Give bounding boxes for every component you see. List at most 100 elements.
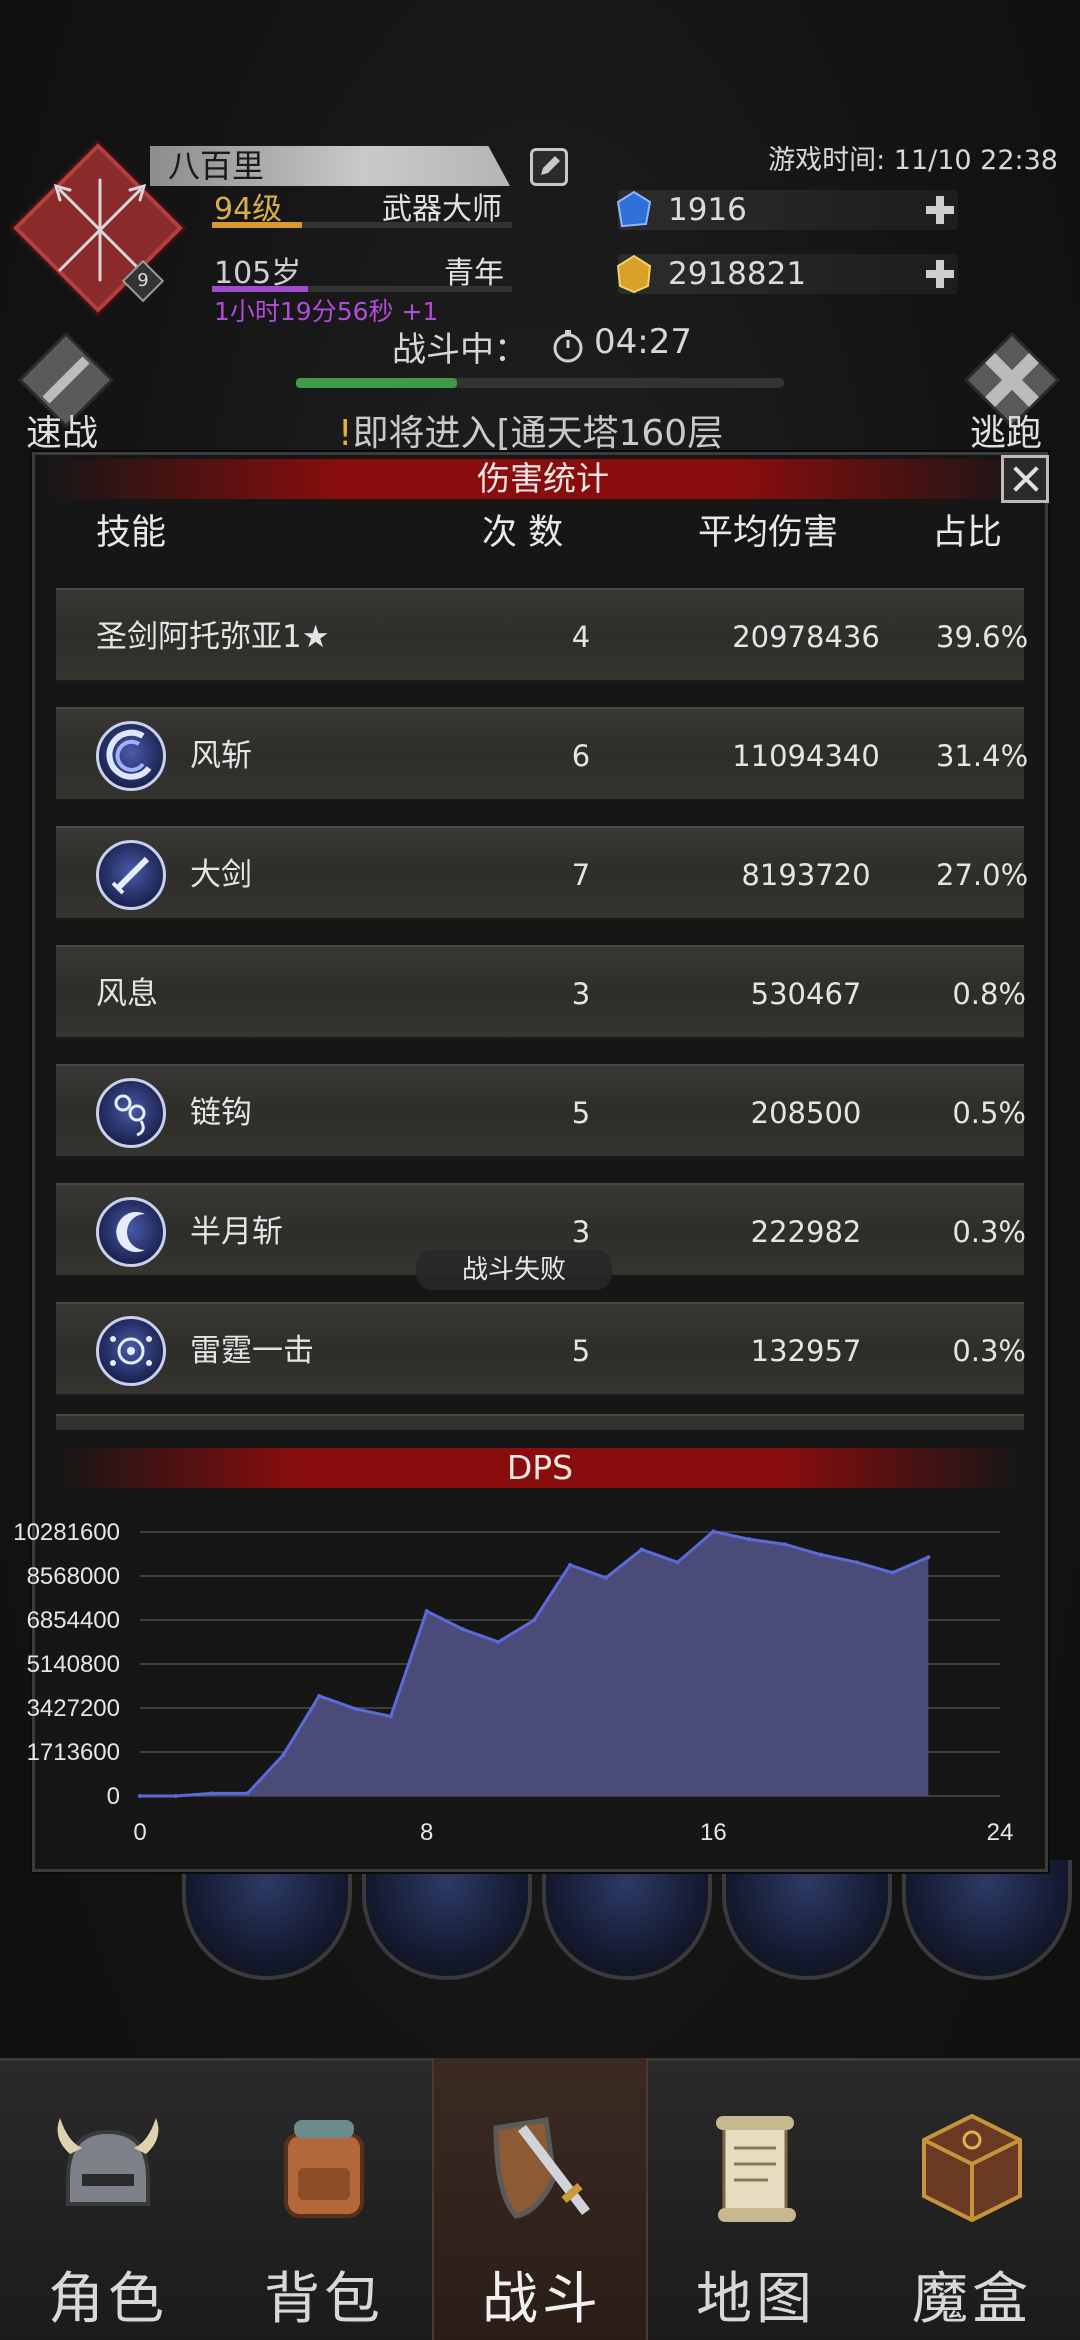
dps-chart: 0 1713600 3427200 5140800 6854400 8568000 1028…	[13, 1519, 1014, 1846]
y-tick-label: 0	[107, 1783, 120, 1810]
nav-item-backpack[interactable]: 背包	[216, 2058, 432, 2340]
gold-ingot-icon	[616, 254, 652, 294]
y-tick-label: 8568000	[27, 1563, 120, 1590]
table-row: 雷霆一击 5 132957 0.3%	[56, 1302, 1026, 1396]
nav-label: 角色	[48, 2267, 168, 2332]
skill-percent: 0.3%	[952, 1215, 1026, 1249]
battle-timer: 04:27	[594, 322, 692, 362]
skill-name: 半月斩	[190, 1214, 283, 1250]
gem-count: 1916	[668, 192, 747, 228]
skill-percent: 0.5%	[952, 1096, 1026, 1130]
magic-box-icon	[922, 2113, 1022, 2223]
notice-text: 即将进入[通天塔160层	[352, 413, 724, 454]
battle-status: 战斗中：	[392, 330, 528, 370]
y-tick-label: 3427200	[27, 1695, 120, 1722]
nav-label: 战斗	[482, 2267, 602, 2332]
add-gems-button[interactable]	[922, 192, 958, 228]
dps-point	[854, 1560, 859, 1565]
battle-progress-bar	[296, 378, 784, 388]
edit-name-button[interactable]	[530, 148, 568, 186]
skill-avg-damage: 8193720	[741, 858, 871, 892]
half-moon-slash-icon	[96, 1197, 166, 1267]
skill-count: 5	[571, 1334, 591, 1368]
y-tick-label: 5140800	[27, 1651, 120, 1678]
x-tick-label: 24	[987, 1819, 1014, 1846]
table-row: 大剑 7 8193720 27.0%	[56, 826, 1029, 920]
dps-point	[245, 1791, 250, 1796]
table-row: 风息 3 530467 0.8%	[56, 945, 1026, 1039]
column-header-skill: 技能	[96, 513, 167, 553]
skill-percent: 0.8%	[952, 977, 1026, 1011]
greatsword-icon	[96, 840, 166, 910]
dps-point	[568, 1562, 572, 1567]
skill-avg-damage: 20978436	[732, 620, 880, 654]
speed-battle-label: 速战	[26, 413, 99, 454]
stopwatch-icon	[553, 330, 583, 363]
blue-gem-icon	[616, 190, 652, 228]
skill-count: 4	[571, 620, 591, 654]
dps-point	[783, 1542, 787, 1547]
nav-item-magic-box[interactable]: 魔盒	[864, 2058, 1080, 2340]
x-tick-label: 16	[700, 1819, 727, 1846]
y-tick-label: 10281600	[13, 1519, 120, 1546]
skill-percent: 0.3%	[952, 1334, 1026, 1368]
dps-point	[747, 1537, 752, 1542]
character-name: 八百里	[168, 147, 265, 185]
wind-slash-icon	[96, 721, 166, 791]
skill-avg-damage: 132957	[750, 1334, 862, 1368]
skill-name: 风息	[96, 976, 158, 1012]
notice-exclamation: !	[338, 413, 353, 454]
dps-point	[460, 1627, 465, 1632]
panel-title: 伤害统计	[477, 459, 609, 498]
skill-avg-damage: 222982	[750, 1215, 862, 1249]
dps-point	[209, 1791, 214, 1796]
skill-name: 大剑	[190, 857, 252, 893]
add-gold-button[interactable]	[922, 256, 958, 292]
skill-avg-damage: 530467	[750, 977, 862, 1011]
nav-item-character[interactable]: 角色	[0, 2058, 216, 2340]
dps-point	[926, 1555, 931, 1560]
chain-hook-icon	[96, 1078, 166, 1148]
gold-resource: 2918821	[616, 254, 958, 294]
skill-percent: 31.4%	[936, 739, 1029, 773]
dps-point	[818, 1552, 823, 1557]
dps-point	[173, 1794, 178, 1798]
nav-item-map[interactable]: 地图	[648, 2058, 864, 2340]
skill-name: 圣剑阿托弥亚1★	[96, 619, 330, 655]
close-button[interactable]	[1001, 455, 1049, 503]
dps-point	[890, 1570, 895, 1575]
dps-point	[353, 1706, 357, 1711]
table-row: 链钩 5 208500 0.5%	[56, 1064, 1026, 1158]
skill-count: 7	[571, 858, 591, 892]
column-header-percent: 占比	[932, 513, 1003, 553]
dps-point	[138, 1794, 142, 1798]
skill-name: 风斩	[190, 738, 252, 774]
y-tick-label: 6854400	[27, 1607, 120, 1634]
dps-point	[424, 1609, 429, 1614]
column-header-count: 次 数	[482, 513, 564, 553]
level-progress-bar	[212, 222, 512, 228]
dps-point	[711, 1529, 716, 1534]
dps-point	[639, 1547, 644, 1552]
scroll-map-icon	[716, 2116, 796, 2222]
x-tick-label: 0	[133, 1819, 146, 1846]
skill-count: 5	[571, 1096, 591, 1130]
dps-point	[532, 1618, 537, 1623]
skill-percent: 27.0%	[936, 858, 1029, 892]
battle-failed-toast: 战斗失败	[416, 1250, 612, 1290]
skill-percent: 39.6%	[936, 620, 1029, 654]
gem-resource: 1916	[616, 190, 958, 230]
table-row-partial	[56, 1414, 1024, 1430]
dps-point	[496, 1639, 501, 1644]
thunder-strike-icon	[96, 1316, 166, 1386]
nav-item-battle[interactable]: 战斗	[432, 2058, 648, 2340]
skill-avg-damage: 11094340	[732, 739, 880, 773]
dps-point	[281, 1752, 286, 1757]
dps-point	[317, 1693, 322, 1698]
next-floor-notice: !即将进入[通天塔160层	[338, 404, 723, 456]
dps-point	[675, 1560, 680, 1565]
y-tick-label: 1713600	[27, 1739, 120, 1766]
skill-count: 3	[571, 977, 591, 1011]
sword-shield-icon	[493, 2117, 590, 2219]
skill-avg-damage: 208500	[750, 1096, 862, 1130]
